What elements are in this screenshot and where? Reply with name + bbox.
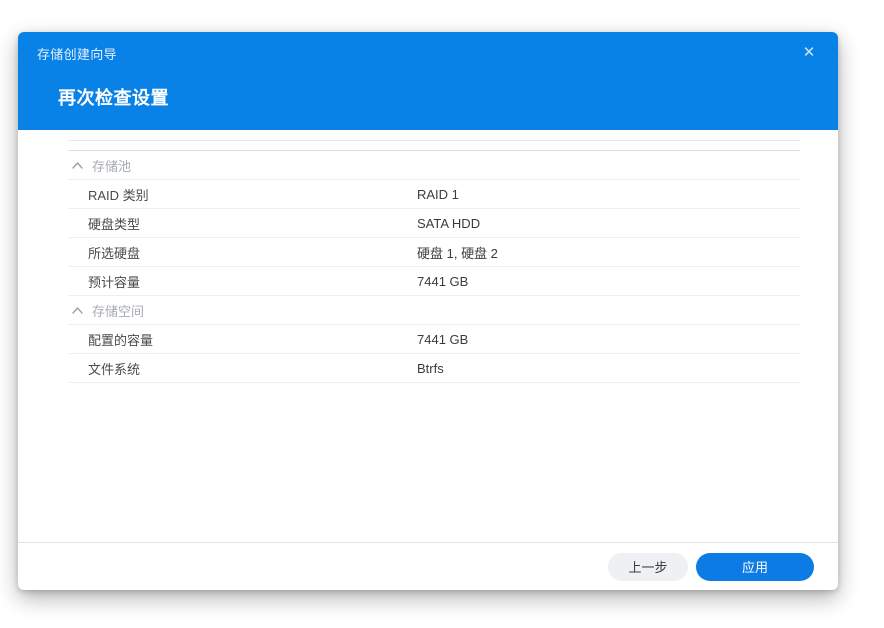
row-value: Btrfs: [417, 361, 444, 376]
settings-row: 配置的容量 7441 GB: [68, 325, 800, 354]
row-label: 所选硬盘: [68, 243, 417, 262]
dialog-content: 存储池 RAID 类别 RAID 1 硬盘类型 SATA HDD 所选硬盘 硬盘…: [18, 130, 838, 542]
row-value: 7441 GB: [417, 332, 468, 347]
apply-button[interactable]: 应用: [696, 553, 814, 581]
section-header[interactable]: 存储空间: [68, 296, 800, 325]
content-divider: [68, 140, 800, 141]
step-title: 再次检查设置: [58, 84, 169, 110]
row-value: 硬盘 1, 硬盘 2: [417, 243, 498, 262]
section-header[interactable]: 存储池: [68, 151, 800, 180]
settings-row: 预计容量 7441 GB: [68, 267, 800, 296]
row-label: 文件系统: [68, 359, 417, 378]
settings-row: 文件系统 Btrfs: [68, 354, 800, 383]
wizard-title: 存储创建向导: [37, 44, 117, 63]
row-label: 预计容量: [68, 272, 417, 291]
row-value: 7441 GB: [417, 274, 468, 289]
row-value: RAID 1: [417, 187, 459, 202]
row-label: 硬盘类型: [68, 214, 417, 233]
close-icon: ✕: [803, 45, 816, 60]
row-label: RAID 类别: [68, 185, 417, 204]
chevron-up-icon: [68, 307, 92, 314]
back-button[interactable]: 上一步: [608, 553, 688, 581]
row-label: 配置的容量: [68, 330, 417, 349]
close-button[interactable]: ✕: [796, 39, 822, 65]
storage-wizard-dialog: 存储创建向导 再次检查设置 ✕ 存储池 RAID 类别 RAID 1 硬盘类型 …: [18, 32, 838, 590]
row-value: SATA HDD: [417, 216, 480, 231]
dialog-header: 存储创建向导 再次检查设置 ✕: [18, 32, 838, 130]
chevron-up-icon: [68, 162, 92, 169]
settings-row: RAID 类别 RAID 1: [68, 180, 800, 209]
settings-row: 所选硬盘 硬盘 1, 硬盘 2: [68, 238, 800, 267]
section-label: 存储空间: [92, 301, 144, 320]
settings-row: 硬盘类型 SATA HDD: [68, 209, 800, 238]
dialog-footer: 上一步 应用: [18, 542, 838, 590]
settings-table: 存储池 RAID 类别 RAID 1 硬盘类型 SATA HDD 所选硬盘 硬盘…: [68, 150, 800, 383]
section-label: 存储池: [92, 156, 131, 175]
